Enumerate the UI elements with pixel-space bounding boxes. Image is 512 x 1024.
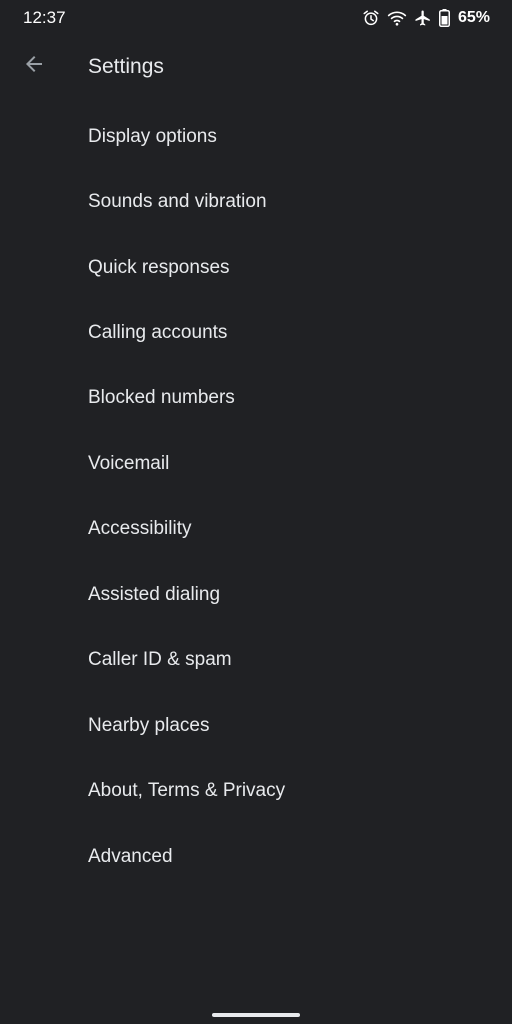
settings-item-label: Voicemail: [88, 452, 170, 474]
settings-item-label: Sounds and vibration: [88, 191, 267, 213]
settings-item-assisted-dialing[interactable]: Assisted dialing: [0, 562, 512, 627]
settings-item-label: Advanced: [88, 845, 173, 867]
settings-item-label: Display options: [88, 125, 217, 147]
settings-item-label: Blocked numbers: [88, 387, 235, 409]
settings-item-about-terms-privacy[interactable]: About, Terms & Privacy: [0, 758, 512, 823]
wifi-icon: [387, 9, 407, 27]
settings-item-caller-id-spam[interactable]: Caller ID & spam: [0, 628, 512, 693]
battery-icon: [438, 9, 450, 27]
settings-item-accessibility[interactable]: Accessibility: [0, 497, 512, 562]
settings-item-label: Quick responses: [88, 256, 230, 278]
settings-item-blocked-numbers[interactable]: Blocked numbers: [0, 366, 512, 431]
settings-item-calling-accounts[interactable]: Calling accounts: [0, 300, 512, 365]
airplane-mode-icon: [414, 9, 432, 27]
settings-item-advanced[interactable]: Advanced: [0, 824, 512, 889]
back-button[interactable]: [12, 44, 56, 88]
settings-item-voicemail[interactable]: Voicemail: [0, 431, 512, 496]
settings-item-nearby-places[interactable]: Nearby places: [0, 693, 512, 758]
page-title: Settings: [88, 55, 164, 78]
settings-list: Display options Sounds and vibration Qui…: [0, 104, 512, 889]
settings-item-label: Caller ID & spam: [88, 649, 232, 671]
gesture-nav-handle[interactable]: [212, 1013, 300, 1017]
settings-item-display-options[interactable]: Display options: [0, 104, 512, 169]
settings-item-label: About, Terms & Privacy: [88, 780, 286, 802]
status-bar: 12:37 65%: [0, 0, 512, 36]
settings-item-quick-responses[interactable]: Quick responses: [0, 235, 512, 300]
settings-item-label: Assisted dialing: [88, 583, 221, 605]
alarm-icon: [362, 9, 380, 27]
settings-item-label: Accessibility: [88, 518, 192, 540]
arrow-back-icon: [22, 52, 46, 81]
status-time: 12:37: [23, 8, 66, 27]
status-icons: 65%: [362, 6, 490, 30]
settings-item-label: Nearby places: [88, 714, 210, 736]
settings-item-sounds-and-vibration[interactable]: Sounds and vibration: [0, 169, 512, 234]
settings-item-label: Calling accounts: [88, 322, 228, 344]
battery-percentage: 65%: [457, 9, 490, 26]
app-bar: Settings: [0, 36, 512, 100]
